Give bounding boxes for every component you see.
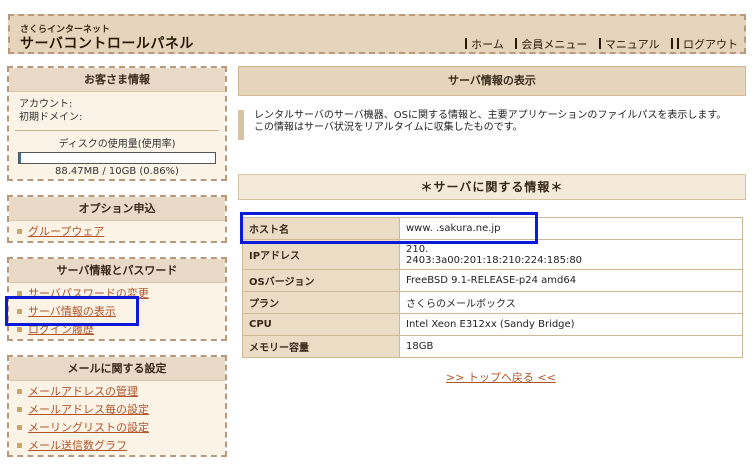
table-row: CPU Intel Xeon E312xx (Sandy Bridge) [242, 313, 743, 336]
nav-divider [598, 38, 601, 49]
server-info-table: ホスト名 www. .sakura.ne.jp IPアドレス 210. 2403… [242, 217, 743, 358]
nav-home-link[interactable]: ホーム [465, 38, 504, 51]
nav-divider [677, 38, 679, 49]
server-password-title: サーバ情報とパスワード [9, 259, 225, 283]
nav-member-menu-link[interactable]: 会員メニュー [515, 38, 587, 51]
initial-domain-label: 初期ドメイン: [19, 112, 83, 123]
customer-info-title: お客さま情報 [9, 68, 225, 92]
nav-divider [671, 38, 673, 49]
sidebar-item-mail-address-settings[interactable]: メールアドレス毎の設定 [9, 400, 225, 418]
row-label-plan: プラン [242, 291, 400, 314]
bullet-icon [17, 424, 22, 430]
back-to-top-link[interactable]: >> トップへ戻る << [446, 369, 556, 385]
row-value-hostname: www. .sakura.ne.jp [399, 217, 743, 240]
page-description: レンタルサーバのサーバ機器、OSに関する情報と、主要アプリケーションのファイルパ… [238, 110, 746, 140]
table-row: OSバージョン FreeBSD 9.1-RELEASE-p24 amd64 [242, 269, 743, 292]
nav-logout-link[interactable]: ログアウト [671, 38, 738, 51]
server-password-box: サーバ情報とパスワード サーバパスワードの変更 サーバ情報の表示 ログイン履歴 [7, 257, 227, 341]
bullet-icon [17, 406, 22, 412]
header-bar: さくらインターネット サーバコントロールパネル ホーム 会員メニュー マニュアル… [8, 14, 746, 54]
option-box: オプション申込 グループウェア [7, 195, 227, 243]
brand-logo[interactable]: サーバコントロールパネル [20, 33, 194, 53]
bullet-icon [17, 442, 22, 448]
divider [15, 130, 219, 131]
row-value-cpu: Intel Xeon E312xx (Sandy Bridge) [399, 313, 743, 336]
disk-usage-bar [18, 152, 216, 164]
account-label: アカウント: [19, 99, 73, 110]
nav-divider [465, 38, 468, 49]
bullet-icon [17, 228, 22, 234]
table-row: ホスト名 www. .sakura.ne.jp [242, 217, 743, 240]
mail-settings-box: メールに関する設定 メールアドレスの管理 メールアドレス毎の設定 メーリングリス… [7, 355, 227, 457]
row-label-os: OSバージョン [242, 269, 400, 292]
table-row: IPアドレス 210. 2403:3a00:201:18:210:224:185… [242, 239, 743, 270]
disk-usage-label: ディスクの使用量(使用率) [58, 139, 176, 150]
sidebar-item-server-info[interactable]: サーバ情報の表示 [9, 302, 225, 320]
row-label-ip: IPアドレス [242, 239, 400, 270]
mail-settings-title: メールに関する設定 [9, 357, 225, 381]
row-value-os: FreeBSD 9.1-RELEASE-p24 amd64 [399, 269, 743, 292]
row-value-plan: さくらのメールボックス [399, 291, 743, 314]
row-label-cpu: CPU [242, 313, 400, 336]
customer-info-box: お客さま情報 アカウント: 初期ドメイン: ディスクの使用量(使用率) 88.4… [7, 66, 227, 181]
sidebar-item-mailing-list[interactable]: メーリングリストの設定 [9, 418, 225, 436]
sidebar-item-change-password[interactable]: サーバパスワードの変更 [9, 284, 225, 302]
page-title: サーバ情報の表示 [238, 66, 746, 96]
row-value-memory: 18GB [399, 335, 743, 358]
row-label-memory: メモリー容量 [242, 335, 400, 358]
nav-divider [515, 38, 518, 49]
row-label-hostname: ホスト名 [242, 217, 400, 240]
bullet-icon [17, 308, 22, 314]
table-row: プラン さくらのメールボックス [242, 291, 743, 314]
disk-usage-value: 88.47MB / 10GB (0.86%) [55, 166, 179, 177]
row-value-ip: 210. 2403:3a00:201:18:210:224:185:80 [399, 239, 743, 270]
sidebar-item-login-history[interactable]: ログイン履歴 [9, 320, 225, 338]
option-title: オプション申込 [9, 197, 225, 221]
section-title: ＊サーバに関する情報＊ [238, 174, 746, 200]
bullet-icon [17, 290, 22, 296]
header-nav: ホーム 会員メニュー マニュアル ログアウト [457, 36, 738, 52]
disk-usage-fill [19, 153, 21, 163]
sidebar-item-groupware[interactable]: グループウェア [9, 222, 225, 240]
sidebar-item-mail-send-graph[interactable]: メール送信数グラフ [9, 436, 225, 454]
bullet-icon [17, 388, 22, 394]
bullet-icon [17, 326, 22, 332]
nav-manual-link[interactable]: マニュアル [598, 38, 660, 51]
sidebar-item-mail-address-manage[interactable]: メールアドレスの管理 [9, 382, 225, 400]
table-row: メモリー容量 18GB [242, 335, 743, 358]
